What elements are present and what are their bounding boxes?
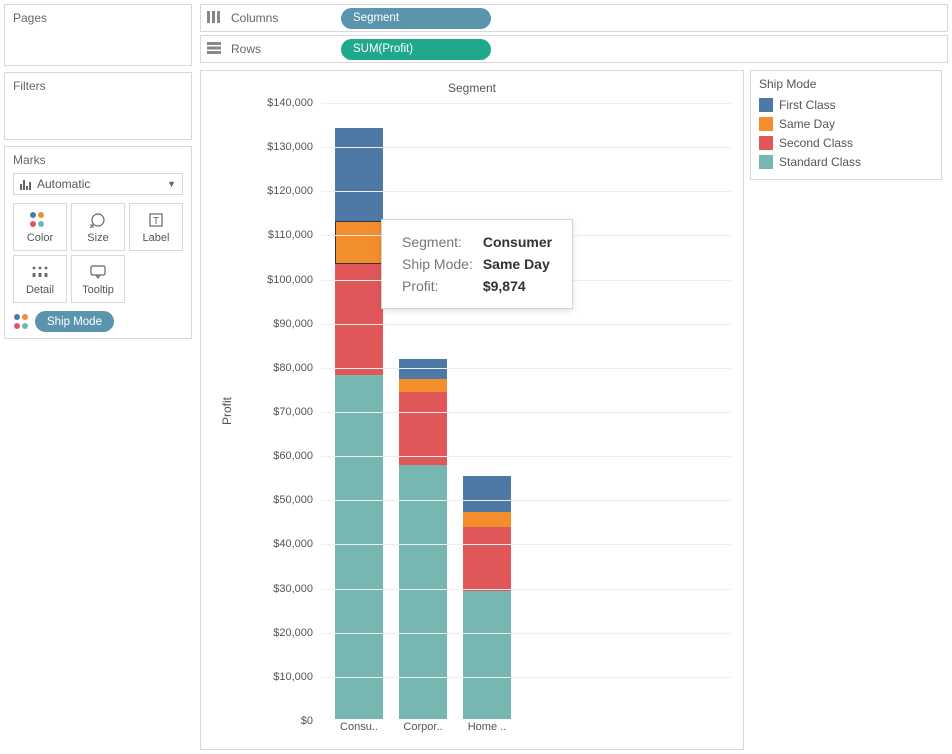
detail-icon	[31, 262, 49, 282]
gridline	[321, 500, 731, 501]
rows-label: Rows	[231, 42, 341, 56]
marks-detail-button[interactable]: Detail	[13, 255, 67, 303]
legend-label: First Class	[779, 98, 836, 112]
gridline	[321, 103, 731, 104]
columns-icon	[207, 11, 225, 26]
bar-chart-icon	[20, 178, 31, 190]
rows-icon	[207, 42, 225, 57]
legend-item-same-day[interactable]: Same Day	[759, 114, 933, 133]
rows-pill-profit[interactable]: SUM(Profit)	[341, 39, 491, 60]
y-tick: $30,000	[239, 583, 313, 595]
y-tick: $10,000	[239, 671, 313, 683]
chevron-down-icon: ▼	[167, 179, 176, 189]
gridline	[321, 147, 731, 148]
legend-title: Ship Mode	[759, 77, 933, 91]
hover-tooltip: Segment:Consumer Ship Mode:Same Day Prof…	[381, 219, 573, 309]
y-tick: $120,000	[239, 185, 313, 197]
legend-label: Same Day	[779, 117, 835, 131]
chart-title: Segment	[201, 71, 743, 95]
tooltip-icon	[89, 262, 107, 282]
chart-viewport[interactable]: Segment Profit $0 $10,000 $20,000 $30,000 $4…	[200, 70, 744, 750]
rows-shelf[interactable]: Rows SUM(Profit)	[200, 35, 948, 63]
gridline	[321, 191, 731, 192]
y-tick: $140,000	[239, 97, 313, 109]
marks-title: Marks	[13, 153, 183, 167]
legend-swatch	[759, 98, 773, 112]
pages-panel[interactable]: Pages	[4, 4, 192, 66]
legend-swatch	[759, 117, 773, 131]
bar-segment[interactable]	[463, 512, 511, 527]
x-tick-label: Home ..	[457, 721, 517, 733]
mark-type-label: Automatic	[37, 177, 90, 191]
filters-title: Filters	[13, 79, 183, 93]
color-legend[interactable]: Ship Mode First Class Same Day Second Clas…	[750, 70, 942, 180]
bar-segment[interactable]	[463, 591, 511, 719]
color-icon	[29, 210, 51, 230]
filters-panel[interactable]: Filters	[4, 72, 192, 140]
y-tick: $70,000	[239, 406, 313, 418]
x-tick-label: Consu..	[329, 721, 389, 733]
legend-label: Standard Class	[779, 155, 861, 169]
bar-segment[interactable]	[399, 359, 447, 379]
gridline	[321, 368, 731, 369]
bar-segment[interactable]	[335, 128, 383, 221]
gridline	[321, 412, 731, 413]
gridline	[321, 456, 731, 457]
gridline	[321, 589, 731, 590]
marks-size-button[interactable]: Size	[71, 203, 125, 251]
y-tick: $80,000	[239, 362, 313, 374]
bar-segment[interactable]	[335, 264, 383, 374]
legend-item-first-class[interactable]: First Class	[759, 95, 933, 114]
y-tick: $60,000	[239, 450, 313, 462]
y-tick: $40,000	[239, 538, 313, 550]
y-tick: $110,000	[239, 229, 313, 241]
bar-segment[interactable]	[335, 221, 383, 265]
legend-swatch	[759, 136, 773, 150]
gridline	[321, 544, 731, 545]
pages-title: Pages	[13, 11, 183, 25]
y-tick: $50,000	[239, 494, 313, 506]
y-tick: $100,000	[239, 274, 313, 286]
legend-swatch	[759, 155, 773, 169]
label-icon: T	[147, 210, 165, 230]
y-tick: $0	[239, 715, 313, 727]
y-axis-label: Profit	[220, 397, 234, 425]
y-tick: $20,000	[239, 627, 313, 639]
color-pill-shipmode[interactable]: Ship Mode	[35, 311, 114, 332]
y-tick: $130,000	[239, 141, 313, 153]
marks-tooltip-button[interactable]: Tooltip	[71, 255, 125, 303]
marks-panel: Marks Automatic ▼ Color Size	[4, 146, 192, 339]
columns-pill-segment[interactable]: Segment	[341, 8, 491, 29]
gridline	[321, 633, 731, 634]
legend-item-second-class[interactable]: Second Class	[759, 133, 933, 152]
y-tick: $90,000	[239, 318, 313, 330]
columns-label: Columns	[231, 11, 341, 25]
gridline	[321, 324, 731, 325]
marks-color-button[interactable]: Color	[13, 203, 67, 251]
svg-text:T: T	[153, 216, 159, 227]
bar-segment[interactable]	[335, 375, 383, 719]
mark-type-dropdown[interactable]: Automatic ▼	[13, 173, 183, 195]
bar-segment[interactable]	[463, 476, 511, 511]
bar-segment[interactable]	[399, 379, 447, 392]
size-icon	[89, 210, 107, 230]
x-tick-label: Corpor..	[393, 721, 453, 733]
bar-segment[interactable]	[463, 527, 511, 591]
color-icon	[13, 313, 31, 331]
columns-shelf[interactable]: Columns Segment	[200, 4, 948, 32]
bar-segment[interactable]	[399, 465, 447, 719]
bar-segment[interactable]	[399, 392, 447, 465]
legend-label: Second Class	[779, 136, 853, 150]
gridline	[321, 677, 731, 678]
marks-label-button[interactable]: T Label	[129, 203, 183, 251]
legend-item-standard-class[interactable]: Standard Class	[759, 152, 933, 171]
